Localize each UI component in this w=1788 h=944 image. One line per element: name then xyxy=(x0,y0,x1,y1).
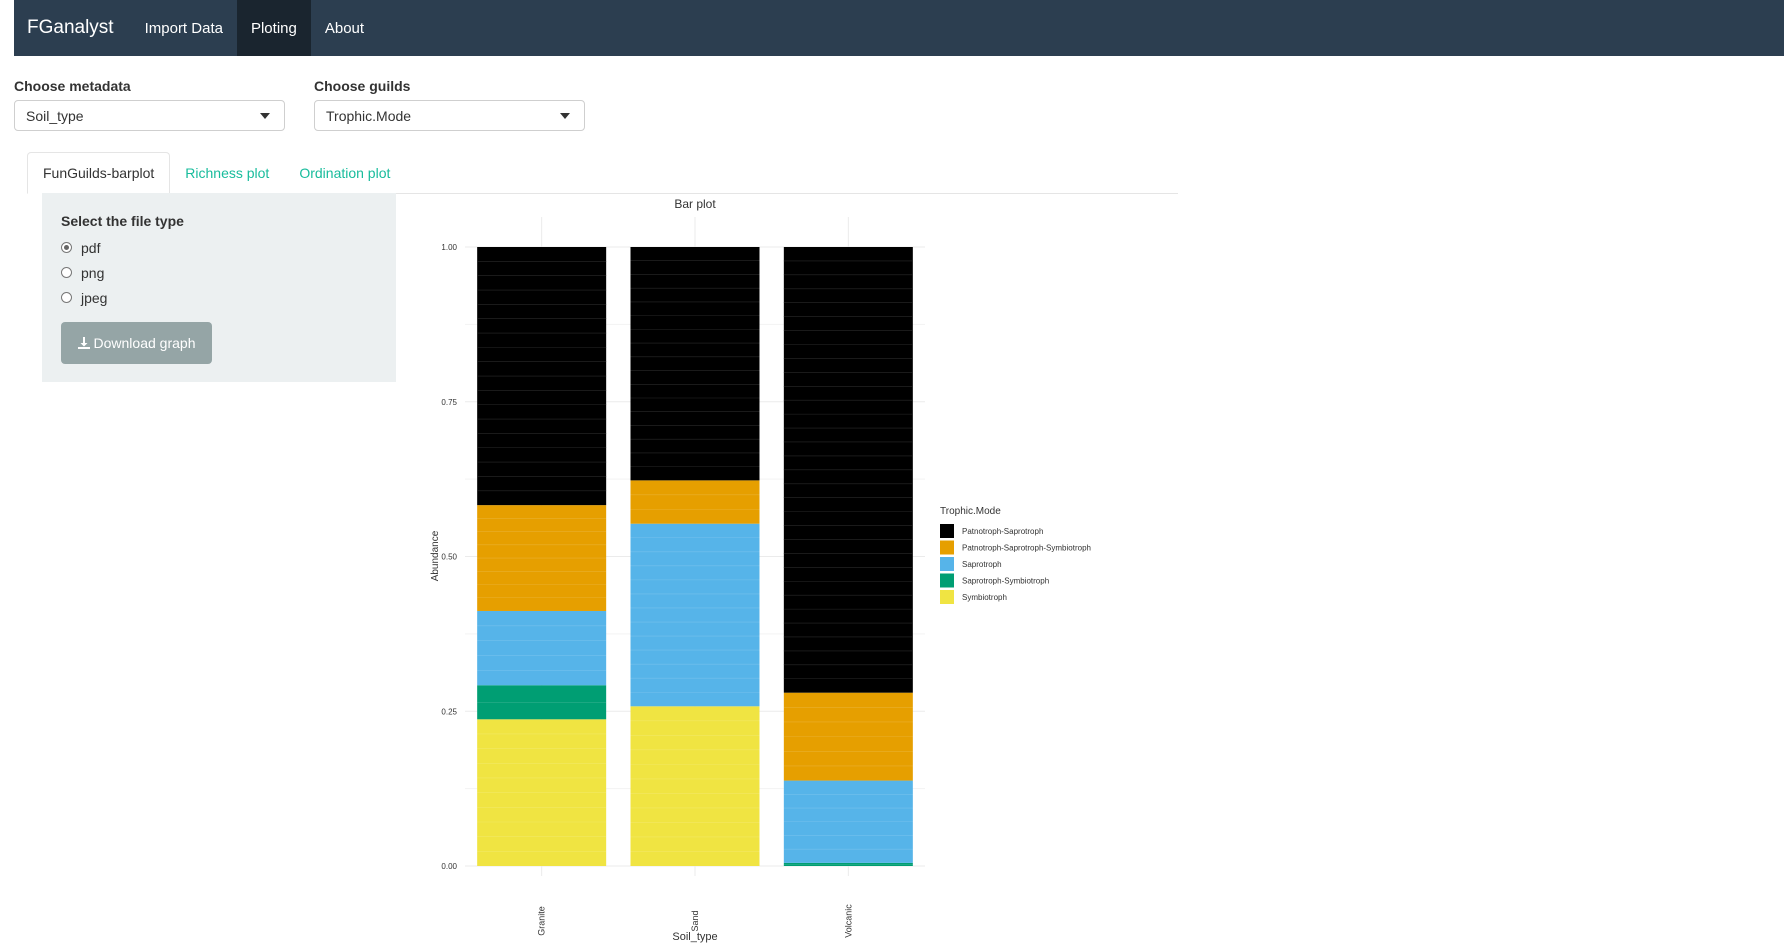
bar-segment-patnotroph-saprotroph-sand xyxy=(630,247,760,481)
file-type-title: Select the file type xyxy=(61,213,184,229)
tab-ordination-plot[interactable]: Ordination plot xyxy=(284,152,405,193)
radio-button[interactable] xyxy=(61,292,72,303)
radio-png[interactable]: png xyxy=(61,260,377,285)
radio-pdf[interactable]: pdf xyxy=(61,235,377,260)
legend-label: Saprotroph-Symbiotroph xyxy=(962,577,1049,586)
app-brand[interactable]: FGanalyst xyxy=(14,0,131,56)
radio-button[interactable] xyxy=(61,267,72,278)
legend-label: Symbiotroph xyxy=(962,593,1007,602)
x-tick-label: Granite xyxy=(537,906,547,936)
y-tick-label: 0.75 xyxy=(441,398,457,407)
download-icon xyxy=(77,337,90,349)
bar-plot-chart: Granite Sand Volcanic 0.00 0.25 0.50 0.75 1.00 B… xyxy=(430,197,1091,943)
nav-about[interactable]: About xyxy=(311,0,378,56)
tab-richness-plot[interactable]: Richness plot xyxy=(170,152,284,193)
y-tick-label: 0.50 xyxy=(441,553,457,562)
legend-label: Saprotroph xyxy=(962,560,1002,569)
guilds-select[interactable]: Trophic.Mode xyxy=(314,100,585,131)
y-tick-label: 0.00 xyxy=(441,862,457,871)
legend-swatch xyxy=(940,573,954,588)
y-axis-label: Abundance xyxy=(430,530,441,581)
x-tick-label: Sand xyxy=(690,910,700,931)
legend-label: Patnotroph-Saprotroph-Symbiotroph xyxy=(962,544,1091,553)
y-tick-label: 0.25 xyxy=(441,707,457,716)
radio-button[interactable] xyxy=(61,242,72,253)
tab-funguilds-barplot[interactable]: FunGuilds-barplot xyxy=(27,152,171,194)
bar-segment-saprotroph-granite xyxy=(477,610,607,686)
radio-label: jpeg xyxy=(81,289,108,306)
download-label: Download graph xyxy=(93,335,196,351)
legend-title: Trophic.Mode xyxy=(940,506,1001,517)
x-tick-label: Volcanic xyxy=(843,904,853,938)
navbar: FGanalyst Import Data Ploting About xyxy=(14,0,1784,56)
bar-segment-patnotroph-saprotroph-symbiotroph-sand xyxy=(630,480,760,524)
download-graph-button[interactable]: Download graph xyxy=(61,322,212,364)
tab-bar: FunGuilds-barplot Richness plot Ordinati… xyxy=(27,152,1178,194)
legend-swatch xyxy=(940,540,954,555)
guilds-label: Choose guilds xyxy=(314,78,411,94)
download-panel: Select the file type pdf png jpeg Downlo… xyxy=(42,193,396,382)
radio-label: png xyxy=(81,264,105,281)
guilds-select-value: Trophic.Mode xyxy=(326,107,412,124)
radio-label: pdf xyxy=(81,239,101,256)
chevron-down-icon xyxy=(260,113,270,119)
y-tick-label: 1.00 xyxy=(441,243,457,252)
bar-segment-symbiotroph-sand xyxy=(630,706,760,866)
radio-jpeg[interactable]: jpeg xyxy=(61,285,377,310)
legend-swatch xyxy=(940,590,954,604)
legend-swatch xyxy=(940,557,954,571)
metadata-select-value: Soil_type xyxy=(26,107,84,124)
nav-ploting[interactable]: Ploting xyxy=(236,0,311,56)
x-axis-label: Soil_type xyxy=(672,931,717,943)
metadata-label: Choose metadata xyxy=(14,78,131,94)
bar-segment-saprotroph-sand xyxy=(630,523,760,707)
chevron-down-icon xyxy=(560,113,570,119)
chart-title: Bar plot xyxy=(674,197,716,211)
metadata-select[interactable]: Soil_type xyxy=(14,100,285,131)
legend-label: Patnotroph-Saprotroph xyxy=(962,527,1043,536)
legend-swatch xyxy=(940,524,954,538)
nav-import-data[interactable]: Import Data xyxy=(131,0,237,56)
